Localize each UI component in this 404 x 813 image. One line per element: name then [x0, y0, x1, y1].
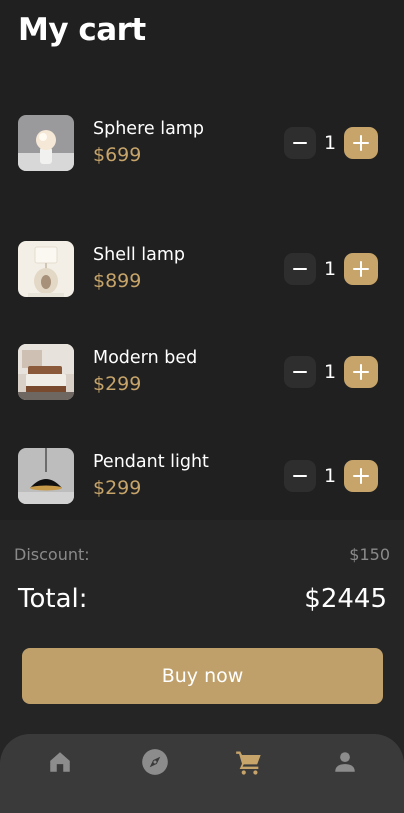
decrease-quantity-button[interactable]: [284, 127, 316, 159]
quantity-value: 1: [323, 258, 337, 280]
product-image[interactable]: [18, 241, 74, 297]
nav-cart[interactable]: [234, 747, 264, 777]
product-name: Sphere lamp: [93, 119, 204, 139]
quantity-stepper: 1: [284, 356, 379, 388]
decrease-quantity-button[interactable]: [284, 356, 316, 388]
product-name: Pendant light: [93, 452, 209, 472]
decrease-quantity-button[interactable]: [284, 460, 316, 492]
cart-item: Shell lamp $899 1: [18, 241, 384, 299]
plus-icon: [353, 364, 369, 380]
quantity-value: 1: [323, 132, 337, 154]
page-title: My cart: [18, 12, 146, 48]
minus-icon: [293, 142, 307, 144]
quantity-stepper: 1: [284, 127, 379, 159]
buy-now-button[interactable]: Buy now: [22, 648, 383, 704]
nav-explore[interactable]: [140, 747, 170, 777]
total-value: $2445: [304, 584, 387, 614]
cart-item: Pendant light $299 1: [18, 448, 384, 506]
quantity-value: 1: [323, 361, 337, 383]
increase-quantity-button[interactable]: [344, 127, 378, 159]
quantity-stepper: 1: [284, 253, 379, 285]
product-image[interactable]: [18, 448, 74, 504]
cart-icon: [236, 751, 261, 775]
product-name: Modern bed: [93, 348, 198, 368]
product-price: $899: [93, 270, 142, 292]
quantity-value: 1: [323, 465, 337, 487]
total-label: Total:: [18, 584, 88, 614]
bottom-navigation: [0, 734, 404, 813]
minus-icon: [293, 475, 307, 477]
product-price: $699: [93, 144, 142, 166]
cart-screen: My cart Sphere lamp $699 1 Shell lamp $8…: [0, 0, 404, 813]
product-image[interactable]: [18, 344, 74, 400]
product-price: $299: [93, 373, 142, 395]
increase-quantity-button[interactable]: [344, 253, 378, 285]
increase-quantity-button[interactable]: [344, 460, 378, 492]
discount-label: Discount:: [14, 545, 90, 564]
person-icon: [335, 752, 355, 772]
plus-icon: [353, 135, 369, 151]
quantity-stepper: 1: [284, 460, 379, 492]
decrease-quantity-button[interactable]: [284, 253, 316, 285]
compass-icon: [142, 749, 168, 775]
product-image[interactable]: [18, 115, 74, 171]
cart-item: Modern bed $299 1: [18, 344, 384, 402]
product-price: $299: [93, 477, 142, 499]
increase-quantity-button[interactable]: [344, 356, 378, 388]
home-icon: [50, 752, 70, 772]
plus-icon: [353, 261, 369, 277]
minus-icon: [293, 371, 307, 373]
nav-home[interactable]: [45, 747, 75, 777]
discount-value: $150: [349, 545, 390, 564]
nav-profile[interactable]: [330, 747, 360, 777]
plus-icon: [353, 468, 369, 484]
minus-icon: [293, 268, 307, 270]
product-name: Shell lamp: [93, 245, 185, 265]
cart-item: Sphere lamp $699 1: [18, 115, 384, 173]
